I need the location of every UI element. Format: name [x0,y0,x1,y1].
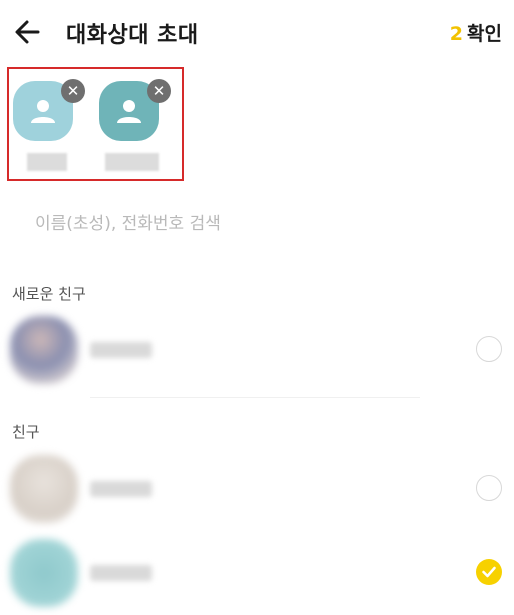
select-checkbox-checked[interactable] [476,559,502,585]
avatar [10,539,78,607]
check-icon [482,566,496,578]
selected-item[interactable]: ✕ [99,79,171,171]
person-icon [117,100,141,123]
search-input[interactable] [35,210,475,238]
selected-item[interactable]: ✕ [13,79,85,171]
page-title: 대화상대 초대 [66,23,199,48]
back-button[interactable] [10,14,46,50]
confirm-label: 확인 [467,23,502,45]
select-checkbox[interactable] [476,475,502,501]
remove-button[interactable]: ✕ [147,79,171,103]
header-bar: 대화상대 초대 2 확인 [0,0,514,64]
section-label-new-friends: 새로운 친구 [12,285,86,303]
selected-name [27,153,67,171]
friend-name [90,481,152,497]
friend-name [90,342,152,358]
avatar [10,316,78,384]
select-checkbox[interactable] [476,336,502,362]
divider [90,397,420,398]
person-icon [31,100,55,123]
friend-row[interactable] [0,535,514,613]
friend-row[interactable] [0,451,514,529]
arrow-left-icon [15,20,40,44]
selected-count: 2 [449,23,464,45]
selected-name [105,153,159,171]
remove-button[interactable]: ✕ [61,79,85,103]
section-label-friends: 친구 [12,423,40,441]
friend-name [90,565,152,581]
selected-participants: ✕ ✕ [7,67,184,181]
friend-row[interactable] [0,312,514,390]
avatar [10,455,78,523]
confirm-button[interactable]: 2 확인 [450,19,502,46]
